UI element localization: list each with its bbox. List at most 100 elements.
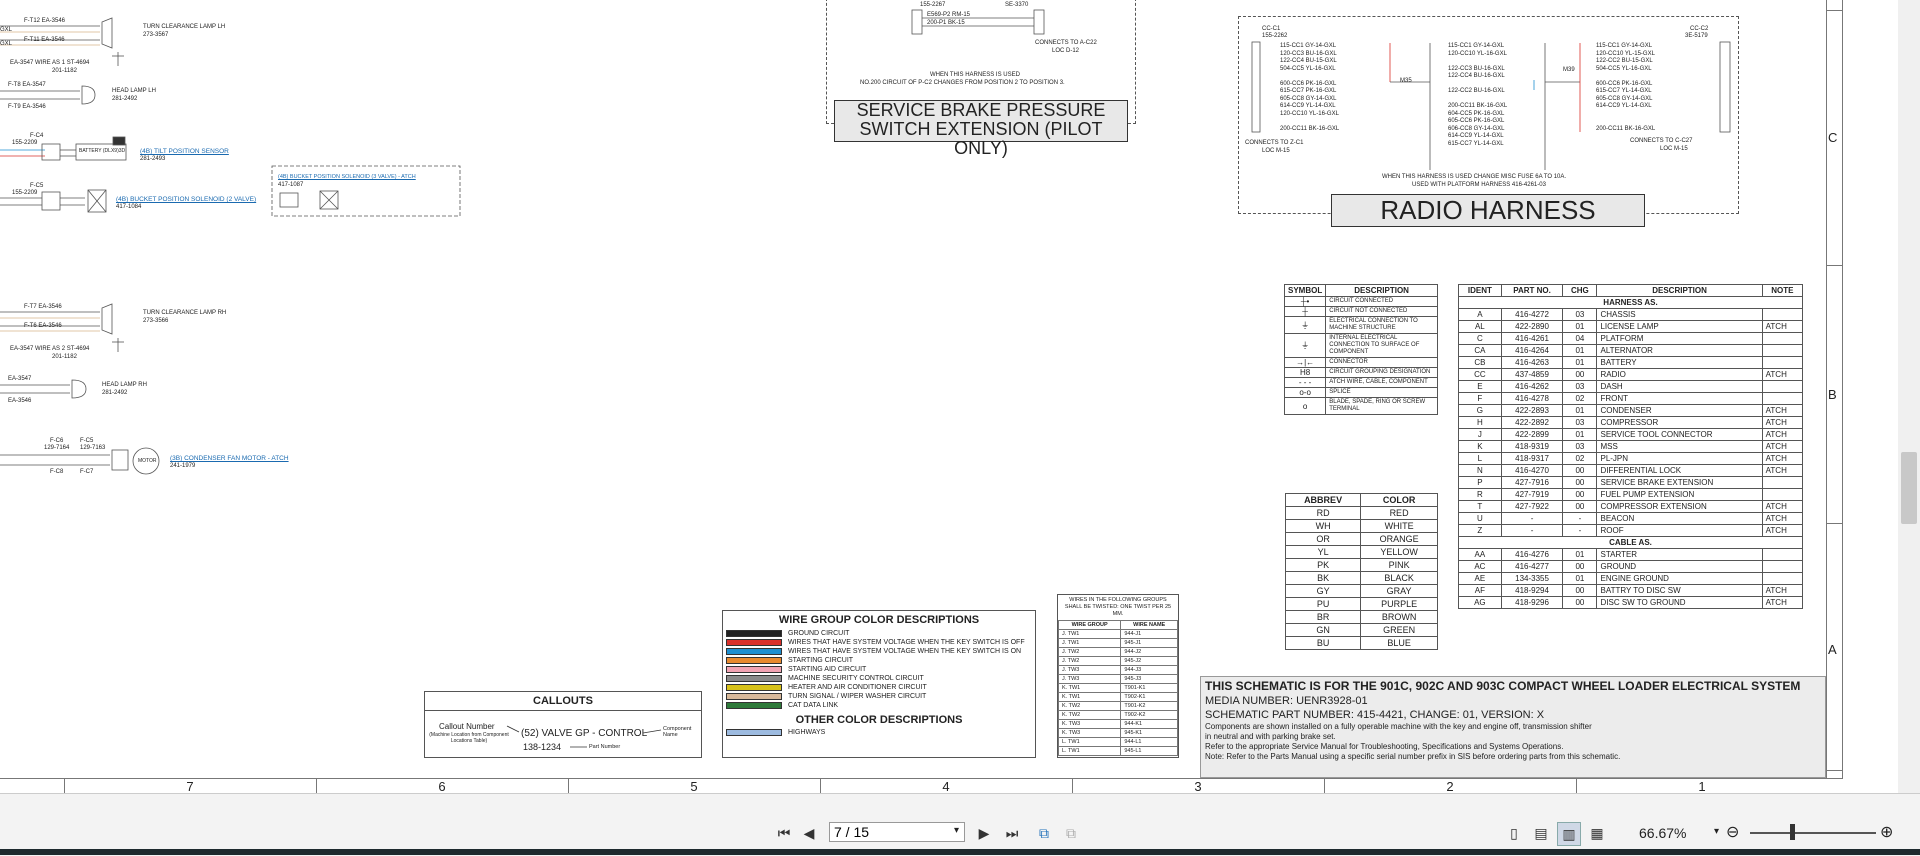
abbrev-cell: WH: [1284, 519, 1362, 533]
zoom-level[interactable]: 66.67%: [1639, 825, 1686, 841]
wire-color-label: STARTING CIRCUIT: [788, 657, 854, 664]
harness-header: PART NO.: [1500, 284, 1564, 297]
color-cell: GREEN: [1360, 623, 1438, 637]
harness-row: CA 416-4264 01 ALTERNATOR: [1458, 344, 1804, 357]
bottom-frame-line: [0, 778, 1842, 779]
zoom-dropdown-icon[interactable]: ▾: [1714, 826, 1719, 837]
wire-group-cell: J. TW2: [1057, 656, 1122, 666]
component-label: BATTERY (DLX9)3D: [79, 148, 126, 154]
harness-cell: BEACON: [1596, 512, 1763, 525]
zone-tick: [316, 778, 317, 793]
continuous-view-icon[interactable]: ▤: [1530, 822, 1552, 844]
harness-cell: MSS: [1596, 440, 1763, 453]
wire-color-label: HIGHWAYS: [788, 729, 826, 736]
harness-cell: U: [1458, 512, 1502, 525]
wire-color-swatch: [723, 647, 785, 656]
harness-cell: 134-3355: [1500, 572, 1564, 585]
wire-label: F-T8 EA-3547: [8, 82, 46, 88]
zone-a: A: [1828, 642, 1837, 657]
wire-label: F-T6 EA-3546: [24, 323, 62, 329]
vertical-scroll-thumb[interactable]: [1901, 452, 1917, 524]
page-number-input[interactable]: [829, 822, 965, 842]
two-page-view-icon[interactable]: ▥: [1557, 822, 1581, 846]
harness-cell: T: [1458, 500, 1502, 513]
harness-cell: SERVICE BRAKE EXTENSION: [1596, 476, 1763, 489]
harness-cell: ATCH: [1761, 440, 1804, 453]
page-dropdown-icon[interactable]: ▾: [954, 825, 959, 836]
harness-section-title: CABLE AS.: [1458, 536, 1803, 549]
harness-header: CHG: [1562, 284, 1598, 297]
harness-cell: 01: [1562, 548, 1598, 561]
zoom-out-icon[interactable]: ⊖: [1726, 822, 1739, 842]
previous-page-icon[interactable]: ◀: [798, 822, 820, 844]
paste-page-icon: ⧉: [1066, 824, 1076, 841]
vertical-scrollbar[interactable]: [1898, 0, 1920, 793]
harness-cell: ATCH: [1761, 320, 1804, 333]
last-page-icon[interactable]: ⏭: [1001, 822, 1023, 844]
zoom-in-icon[interactable]: ⊕: [1880, 822, 1893, 842]
harness-cell: DASH: [1596, 380, 1763, 393]
abbrev-cell: GY: [1284, 584, 1362, 598]
wire-group-cell: K. TW3: [1057, 728, 1122, 738]
harness-row: T 427-7922 00 COMPRESSOR EXTENSION ATCH: [1458, 500, 1804, 513]
harness-row: K 418-9319 03 MSS ATCH: [1458, 440, 1804, 453]
color-cell: BLUE: [1360, 636, 1438, 650]
callout-arrows: [506, 725, 662, 748]
zone-divider: [1826, 10, 1842, 11]
wire-color-row: STARTING AID CIRCUIT: [723, 665, 1028, 674]
harness-row: AC 416-4277 00 GROUND: [1458, 560, 1804, 573]
first-page-icon[interactable]: ⏮: [773, 822, 795, 844]
zone-label: 1: [1698, 779, 1706, 793]
part-number: 281-2492: [112, 96, 138, 102]
part-number: 155-2209: [12, 190, 38, 196]
harness-cell: ROOF: [1596, 524, 1763, 537]
wire-name-cell: 945-L1: [1120, 746, 1178, 756]
harness-row: AA 416-4276 01 STARTER: [1458, 548, 1804, 561]
harness-cell: 04: [1562, 332, 1598, 345]
abbrev-cell: BU: [1284, 636, 1362, 650]
zoom-slider-handle[interactable]: [1790, 824, 1795, 840]
single-page-view-icon[interactable]: ▯: [1503, 822, 1525, 844]
harness-row: AE 134-3355 01 ENGINE GROUND: [1458, 572, 1804, 585]
harness-table: IDENT PART NO. CHG DESCRIPTION NOTE HARNESS …: [1458, 284, 1804, 609]
harness-cell: AC: [1458, 560, 1502, 573]
connector-ref: F-C7: [80, 469, 94, 475]
color-cell: RED: [1360, 506, 1438, 520]
description-header: DESCRIPTION: [1325, 284, 1438, 297]
wire-group-cell: L. TW1: [1057, 746, 1122, 756]
bucket-solenoid-link[interactable]: (4B) BUCKET POSITION SOLENOID (2 VALVE): [116, 196, 256, 203]
wire-group-title: WIRE GROUP COLOR DESCRIPTIONS: [778, 614, 980, 626]
symbol-row: ┼• CIRCUIT CONNECTED: [1283, 296, 1438, 307]
harness-cell: -: [1500, 512, 1564, 525]
bucket-solenoid-atch-link[interactable]: (4B) BUCKET POSITION SOLENOID (3 VALVE) …: [278, 174, 416, 180]
symbol-description: CIRCUIT CONNECTED: [1325, 296, 1438, 307]
harness-cell: CONDENSER: [1596, 404, 1763, 417]
copy-page-icon[interactable]: ⧉: [1033, 822, 1055, 844]
harness-cell: 01: [1562, 404, 1598, 417]
harness-cell: DISC SW TO GROUND: [1596, 596, 1763, 609]
next-page-icon[interactable]: ▶: [973, 822, 995, 844]
harness-cell: 00: [1562, 464, 1598, 477]
twisted-row: J. TW2 944-J2: [1057, 647, 1178, 657]
harness-cell: 01: [1562, 344, 1598, 357]
part-number: 201-1182: [52, 68, 77, 74]
zoom-slider-track[interactable]: [1750, 832, 1876, 834]
wire-group-cell: J. TW1: [1057, 629, 1122, 639]
harness-cell: E: [1458, 380, 1502, 393]
symbol-description: CIRCUIT NOT CONNECTED: [1325, 306, 1438, 317]
twisted-row: J. TW1 944-J1: [1057, 629, 1178, 639]
two-page-continuous-icon[interactable]: ▦: [1586, 822, 1608, 844]
abbrev-cell: OR: [1284, 532, 1362, 546]
color-cell: YELLOW: [1360, 545, 1438, 559]
twisted-row: L. TW1 945-L1: [1057, 746, 1178, 756]
tilt-sensor-link[interactable]: (4B) TILT POSITION SENSOR: [140, 148, 229, 155]
condenser-fan-link[interactable]: (3B) CONDENSER FAN MOTOR - ATCH: [170, 455, 289, 462]
right-frame-line: [1826, 0, 1827, 779]
radio-wiring-drawing: [1251, 41, 1731, 170]
harness-cell: [1761, 344, 1804, 357]
wire-group-cell: J. TW1: [1057, 638, 1122, 648]
harness-cell: 422-2899: [1500, 428, 1564, 441]
harness-cell: 416-4276: [1500, 548, 1564, 561]
connects-to-label: CONNECTS TO C-C27: [1630, 138, 1693, 144]
wire-group-cell: J. TW2: [1057, 647, 1122, 657]
